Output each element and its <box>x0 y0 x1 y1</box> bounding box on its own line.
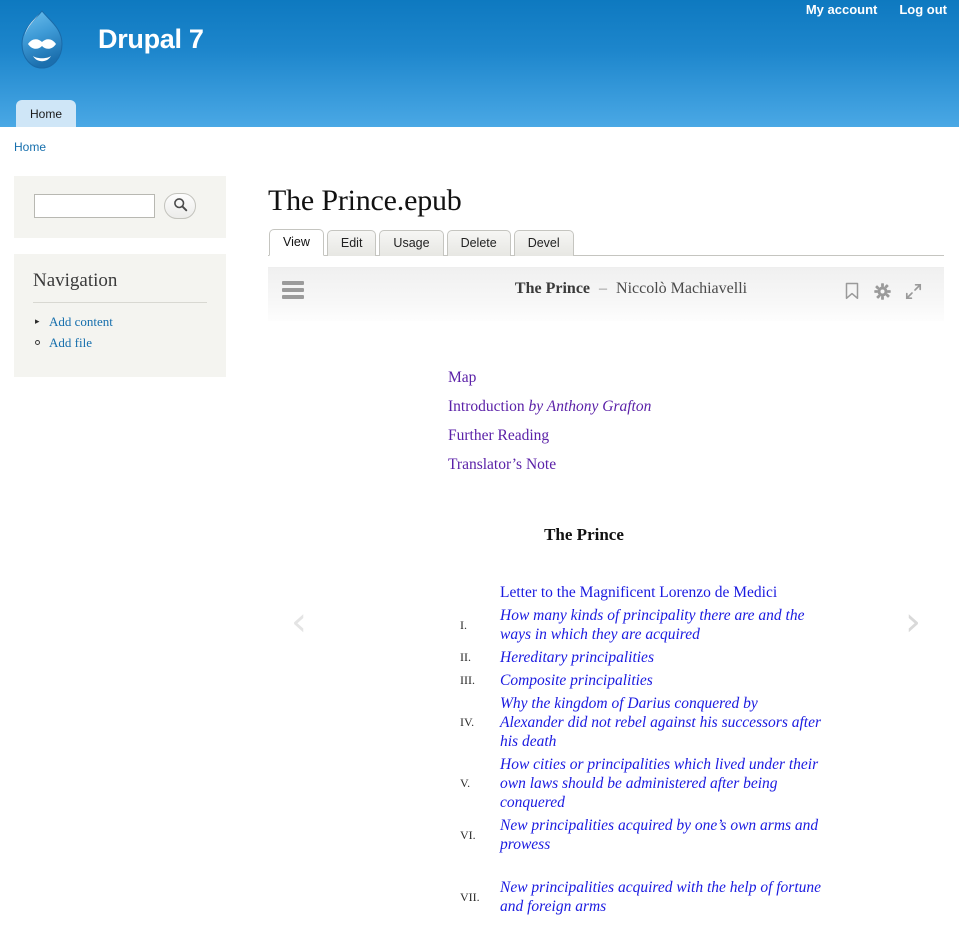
toc-row: III. Composite principalities <box>448 671 824 690</box>
toc-numeral: I. <box>460 617 467 632</box>
search-block <box>14 176 226 238</box>
epub-reader-toolbar: The Prince – Niccolò Machiavelli <box>268 267 944 321</box>
toc-numeral <box>448 583 500 602</box>
epub-reader: The Prince – Niccolò Machiavelli ‹ › Map… <box>268 267 944 922</box>
epub-book-author: Niccolò Machiavelli <box>616 280 748 297</box>
epub-reader-body: ‹ › Map Introduction by Anthony Grafton … <box>268 321 944 922</box>
toc-row: VI. New principalities acquired by one’s… <box>448 816 824 854</box>
navigation-block-title: Navigation <box>33 270 207 303</box>
front-matter-label-translators-note: Translator’s Note <box>448 456 557 473</box>
toc-row: IV. Why the kingdom of Darius conquered … <box>448 694 824 751</box>
toc-row: V. How cities or principalities which li… <box>448 755 824 812</box>
front-matter-label-further-reading: Further Reading <box>448 427 550 444</box>
search-input[interactable] <box>34 194 155 218</box>
front-matter-link-further-reading[interactable]: Further Reading <box>448 421 824 450</box>
breadcrumb: Home <box>0 127 959 154</box>
page-layout: Navigation ▸ Add content Add file The Pr… <box>0 154 959 922</box>
toc-link[interactable]: Why the kingdom of Darius conquered by A… <box>500 694 824 751</box>
front-matter-link-map[interactable]: Map <box>448 363 824 392</box>
tab-edit[interactable]: Edit <box>326 230 377 256</box>
next-page-arrow[interactable]: › <box>882 321 944 922</box>
toc-link[interactable]: Composite principalities <box>500 671 653 690</box>
user-account-links: My account Log out <box>806 0 947 20</box>
navigation-block: Navigation ▸ Add content Add file <box>14 254 226 377</box>
front-matter-label-map: Map <box>448 369 477 386</box>
local-tasks-tabs: View Edit Usage Delete Devel <box>268 228 944 256</box>
sidebar-item-add-content-label[interactable]: Add content <box>49 314 113 329</box>
sidebar-item-add-file[interactable]: Add file <box>33 334 207 355</box>
log-out-link[interactable]: Log out <box>899 0 947 20</box>
primary-menu: Home <box>16 100 77 127</box>
toc-row: II. Hereditary principalities <box>448 648 824 667</box>
toc-numeral: IV. <box>460 715 475 729</box>
navigation-list: ▸ Add content Add file <box>33 313 207 361</box>
gear-icon[interactable] <box>874 282 891 305</box>
toc-link[interactable]: Letter to the Magnificent Lorenzo de Med… <box>500 583 777 602</box>
tab-devel[interactable]: Devel <box>513 230 574 256</box>
sidebar: Navigation ▸ Add content Add file <box>14 154 226 377</box>
site-branding[interactable]: Drupal 7 <box>14 8 204 71</box>
toc-link[interactable]: Hereditary principalities <box>500 648 654 667</box>
epub-title-separator: – <box>599 280 608 297</box>
toc-row: Letter to the Magnificent Lorenzo de Med… <box>448 583 824 602</box>
circle-bullet-icon <box>35 340 40 345</box>
toc-row: VII. New principalities acquired with th… <box>448 878 824 916</box>
epub-book-title: The Prince <box>514 280 591 297</box>
epub-book-heading: The Prince – Niccolò Machiavelli <box>268 280 944 298</box>
triangle-bullet-icon: ▸ <box>35 316 40 326</box>
sidebar-item-add-file-label[interactable]: Add file <box>49 335 92 350</box>
drupal-droplet-icon <box>14 8 70 71</box>
bookmark-icon[interactable] <box>844 282 860 305</box>
front-matter-link-introduction[interactable]: Introduction by Anthony Grafton <box>448 392 824 421</box>
front-matter-label-introduction: Introduction <box>448 398 529 415</box>
toc-numeral: VII. <box>460 889 480 904</box>
expand-icon[interactable] <box>905 283 922 305</box>
epub-section-title: The Prince <box>544 525 624 544</box>
menu-item-home[interactable]: Home <box>16 100 77 127</box>
site-name: Drupal 7 <box>98 24 204 54</box>
search-form <box>34 193 208 219</box>
tab-usage[interactable]: Usage <box>379 230 444 256</box>
tab-view[interactable]: View <box>269 229 324 256</box>
breadcrumb-item-home[interactable]: Home <box>14 140 46 154</box>
toc-link[interactable]: How cities or principalities which lived… <box>500 755 824 812</box>
toc-numeral: VI. <box>460 827 476 842</box>
epub-table-of-contents: Letter to the Magnificent Lorenzo de Med… <box>448 583 824 916</box>
toc-numeral: V. <box>460 776 471 790</box>
page-title: The Prince.epub <box>268 184 462 217</box>
tab-delete[interactable]: Delete <box>446 230 511 256</box>
my-account-link[interactable]: My account <box>806 0 878 20</box>
toc-link[interactable]: New principalities acquired by one’s own… <box>500 816 824 854</box>
toc-link[interactable]: New principalities acquired with the hel… <box>500 878 824 916</box>
sidebar-item-add-content[interactable]: ▸ Add content <box>33 313 207 334</box>
prev-page-arrow[interactable]: ‹ <box>268 321 330 922</box>
toc-numeral: III. <box>460 673 475 687</box>
front-matter-introduction-byline: by Anthony Grafton <box>528 398 652 415</box>
epub-toolbar-icons <box>844 282 922 305</box>
search-button[interactable] <box>164 193 196 219</box>
toc-numeral: II. <box>460 650 471 664</box>
epub-front-matter-list: Map Introduction by Anthony Grafton Furt… <box>448 363 824 479</box>
front-matter-link-translators-note[interactable]: Translator’s Note <box>448 450 824 479</box>
search-icon <box>173 197 188 215</box>
toc-row: I. How many kinds of principality there … <box>448 606 824 644</box>
epub-page-content: Map Introduction by Anthony Grafton Furt… <box>268 321 944 916</box>
site-header: My account Log out Drupal 7 Home <box>0 0 959 127</box>
main-content: The Prince.epub View Edit Usage Delete D… <box>226 154 959 922</box>
toc-link[interactable]: How many kinds of principality there are… <box>500 606 824 644</box>
